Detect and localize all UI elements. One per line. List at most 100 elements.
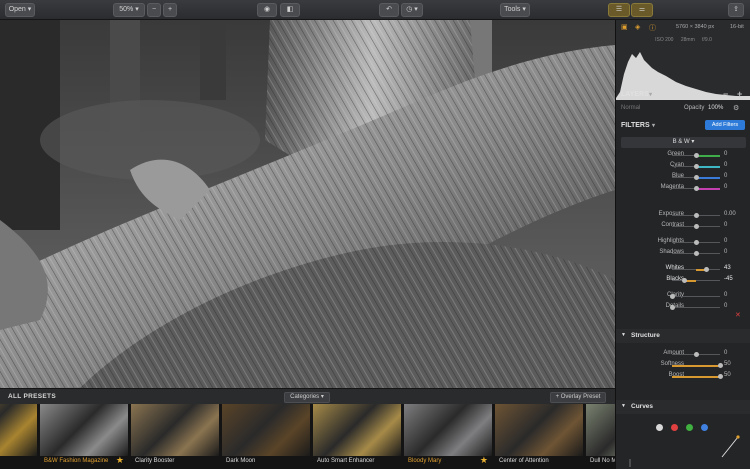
history-clock-icon[interactable]: ◷ ▾ <box>401 3 423 17</box>
curves-chevron-icon: ▼ <box>621 403 626 409</box>
zoom-in-button[interactable]: + <box>163 3 177 17</box>
preset-thumbnail[interactable]: B&W Fashion Magazine ★ <box>40 404 128 469</box>
slider-knob[interactable] <box>693 223 699 229</box>
slider-knob[interactable] <box>717 373 723 379</box>
preset-thumbnail[interactable]: Dark Moon <box>222 404 310 469</box>
opacity-value[interactable]: 100% <box>708 105 723 111</box>
slider-knob[interactable] <box>693 185 699 191</box>
slider-track[interactable] <box>672 223 720 229</box>
share-icon[interactable]: ⇪ <box>728 3 744 17</box>
slider-track[interactable] <box>672 351 720 357</box>
compare-split-icon[interactable]: ◧ <box>280 3 300 17</box>
open-button[interactable]: Open ▾ <box>5 3 35 17</box>
favorite-star-icon[interactable]: ★ <box>116 455 124 466</box>
preset-thumbnail[interactable] <box>0 404 37 469</box>
layer-add-icon[interactable]: + <box>737 89 742 99</box>
preset-thumbnail[interactable]: Auto Smart Enhancer <box>313 404 401 469</box>
slider-value[interactable]: 0.00 <box>724 211 736 217</box>
image-icon[interactable]: ▣ <box>621 23 628 31</box>
slider-knob[interactable] <box>682 277 688 283</box>
slider-value[interactable]: 0 <box>724 292 727 298</box>
slider-knob[interactable] <box>693 351 699 357</box>
slider-knob[interactable] <box>717 362 723 368</box>
slider-knob[interactable] <box>693 152 699 158</box>
slider-knob[interactable] <box>693 212 699 218</box>
categories-dropdown[interactable]: Categories ▾ <box>284 392 330 403</box>
structure-title: Structure <box>631 332 660 339</box>
slider-track[interactable] <box>669 293 720 299</box>
photo-canvas[interactable] <box>0 20 615 388</box>
slider-knob[interactable] <box>669 293 675 299</box>
slider-track[interactable] <box>672 163 720 169</box>
layers-chevron-icon[interactable]: ▾ <box>649 91 652 98</box>
tools-menu-button[interactable]: Tools ▾ <box>500 3 530 17</box>
slider-track[interactable] <box>672 277 720 283</box>
curves-graph[interactable] <box>616 429 750 469</box>
slider-track[interactable] <box>672 185 720 191</box>
preset-thumbnail[interactable]: Dull No M <box>586 404 615 469</box>
image-size: 5760 × 3840 px <box>676 24 715 30</box>
filters-header: FILTERS ▾ Add Filters <box>616 119 750 133</box>
slider-value[interactable]: 0 <box>724 173 727 179</box>
photo-image <box>0 20 615 388</box>
slider-track[interactable] <box>672 212 720 218</box>
slider-value[interactable]: 0 <box>724 350 727 356</box>
slider-value[interactable]: 0 <box>724 162 727 168</box>
slider-value[interactable]: 50 <box>724 361 731 367</box>
slider-value[interactable]: 0 <box>724 249 727 255</box>
slider-knob[interactable] <box>693 163 699 169</box>
structure-header[interactable]: ▼ Structure <box>616 329 750 343</box>
zoom-out-button[interactable]: − <box>147 3 161 17</box>
slider-value[interactable]: 50 <box>724 372 731 378</box>
preview-eye-icon[interactable]: ◉ <box>257 3 277 17</box>
adjust-sliders-icon[interactable]: ⚌ <box>631 3 653 17</box>
layers-title[interactable]: LAYERS <box>621 91 649 98</box>
slider-value[interactable]: 0 <box>724 151 727 157</box>
add-filters-button[interactable]: Add Filters <box>705 120 745 130</box>
slider-value[interactable]: 0 <box>724 303 727 309</box>
filters-chevron-icon[interactable]: ▾ <box>652 122 655 129</box>
slider-track[interactable] <box>672 373 723 379</box>
slider-row-green: Green 0 <box>616 150 750 161</box>
slider-row-amount: Amount 0 <box>616 349 750 360</box>
slider-value[interactable]: 43 <box>724 265 731 271</box>
slider-label: Details <box>665 303 684 309</box>
info-icon[interactable]: ⓘ <box>649 23 656 33</box>
layers-panel-icon[interactable]: ☰ <box>608 3 630 17</box>
favorite-star-icon[interactable]: ★ <box>480 455 488 466</box>
slider-knob[interactable] <box>669 304 675 310</box>
overlay-preset-button[interactable]: + Overlay Preset <box>550 392 606 403</box>
slider-knob[interactable] <box>693 174 699 180</box>
slider-track[interactable] <box>672 152 720 158</box>
slider-track[interactable] <box>672 266 720 272</box>
slider-knob[interactable] <box>704 266 710 272</box>
slider-value[interactable]: 0 <box>724 238 727 244</box>
slider-knob[interactable] <box>693 239 699 245</box>
slider-track[interactable] <box>672 250 720 256</box>
slider-track[interactable] <box>672 174 720 180</box>
blend-mode-select[interactable]: Normal <box>621 105 640 111</box>
zoom-select[interactable]: 50% ▾ <box>113 3 145 17</box>
slider-value[interactable]: 0 <box>724 222 727 228</box>
bw-filter-title[interactable]: B & W ▾ <box>621 137 746 148</box>
preset-thumbnail[interactable]: Center of Attention <box>495 404 583 469</box>
presets-title: ALL PRESETS <box>8 393 56 400</box>
gear-icon[interactable]: ⚙ <box>733 104 739 112</box>
filters-title[interactable]: FILTERS <box>621 122 650 129</box>
slider-value[interactable]: -45 <box>724 276 733 282</box>
slider-track[interactable] <box>672 239 720 245</box>
slider-knob[interactable] <box>693 250 699 256</box>
slider-track[interactable] <box>672 362 723 368</box>
curves-header[interactable]: ▼ Curves <box>616 400 750 414</box>
slider-track[interactable] <box>669 304 720 310</box>
slider-value[interactable]: 0 <box>724 184 727 190</box>
slider-label: Highlights <box>657 238 684 244</box>
undo-icon[interactable]: ↶ <box>379 3 399 17</box>
remove-filter-icon[interactable]: ✕ <box>735 311 741 319</box>
opacity-label: Opacity <box>684 105 705 111</box>
layers-stack-icon[interactable]: ◈ <box>635 23 640 31</box>
preset-thumbnail[interactable]: Clarity Booster <box>131 404 219 469</box>
layer-remove-icon[interactable]: − <box>723 89 728 99</box>
slider-row-contrast: Contrast 0 <box>616 221 750 232</box>
preset-thumbnail[interactable]: Bloody Mary ★ <box>404 404 492 469</box>
